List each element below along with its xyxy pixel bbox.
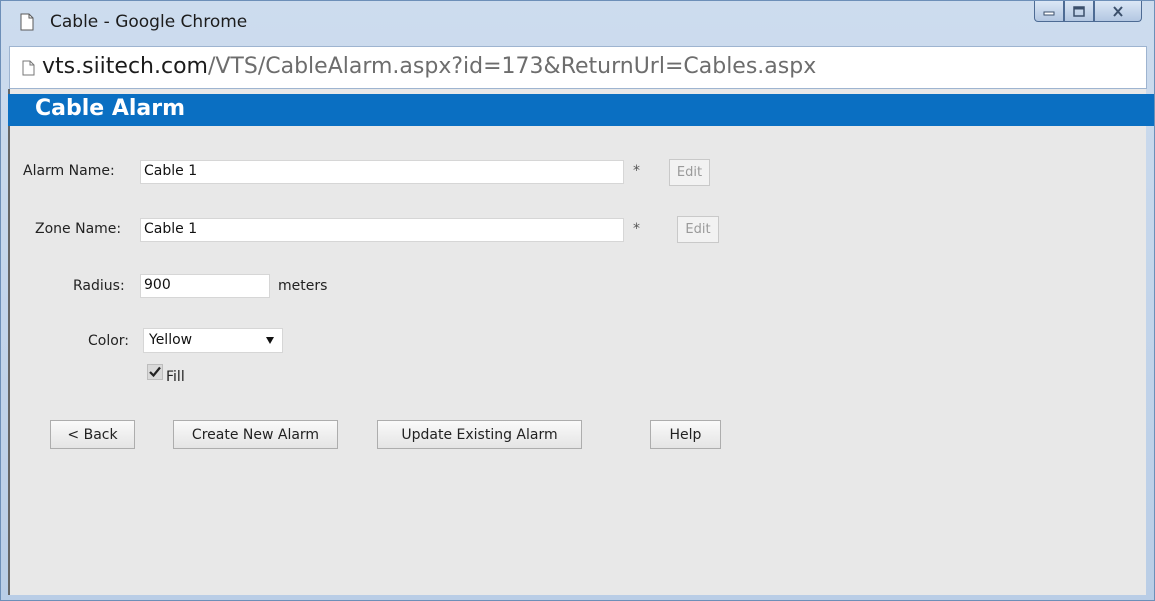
radius-label: Radius: [73,278,125,294]
address-bar[interactable]: vts.siitech.com/VTS/CableAlarm.aspx?id=1… [9,46,1147,89]
window-controls [1034,1,1142,23]
alarm-name-label: Alarm Name: [23,163,115,179]
zone-name-label: Zone Name: [35,221,122,237]
alarm-name-input[interactable]: Cable 1 [140,160,624,184]
page-icon [20,13,34,31]
url-path: /VTS/CableAlarm.aspx?id=173&ReturnUrl=Ca… [207,54,817,79]
help-button[interactable]: Help [650,420,721,449]
create-new-alarm-button[interactable]: Create New Alarm [173,420,338,449]
radius-input[interactable]: 900 [140,274,270,298]
window-title: Cable - Google Chrome [50,12,248,32]
back-button[interactable]: < Back [50,420,135,449]
checkmark-icon [149,366,161,378]
color-select-value: Yellow [149,332,193,348]
required-marker: * [633,163,640,179]
page-title: Cable Alarm [35,96,186,121]
dropdown-arrow-icon [266,337,274,344]
maximize-icon [1073,5,1085,17]
fill-label: Fill [166,369,185,385]
url-text: vts.siitech.com/VTS/CableAlarm.aspx?id=1… [42,54,816,79]
zone-name-input[interactable]: Cable 1 [140,218,624,242]
required-marker: * [633,221,640,237]
maximize-button[interactable] [1064,1,1094,22]
title-bar: Cable - Google Chrome [1,1,1154,45]
close-button[interactable] [1094,1,1142,22]
color-select[interactable]: Yellow [143,328,283,353]
close-icon [1113,5,1123,17]
alarm-name-edit-button[interactable]: Edit [669,159,710,186]
color-label: Color: [88,333,130,349]
page-icon [22,60,35,76]
fill-checkbox[interactable] [147,364,163,380]
url-host: vts.siitech.com [42,54,208,79]
page-header: Cable Alarm [8,94,1154,126]
update-existing-alarm-button[interactable]: Update Existing Alarm [377,420,582,449]
radius-unit: meters [278,278,328,294]
zone-name-edit-button[interactable]: Edit [677,216,719,243]
minimize-button[interactable] [1034,1,1064,22]
minimize-icon [1043,11,1055,16]
